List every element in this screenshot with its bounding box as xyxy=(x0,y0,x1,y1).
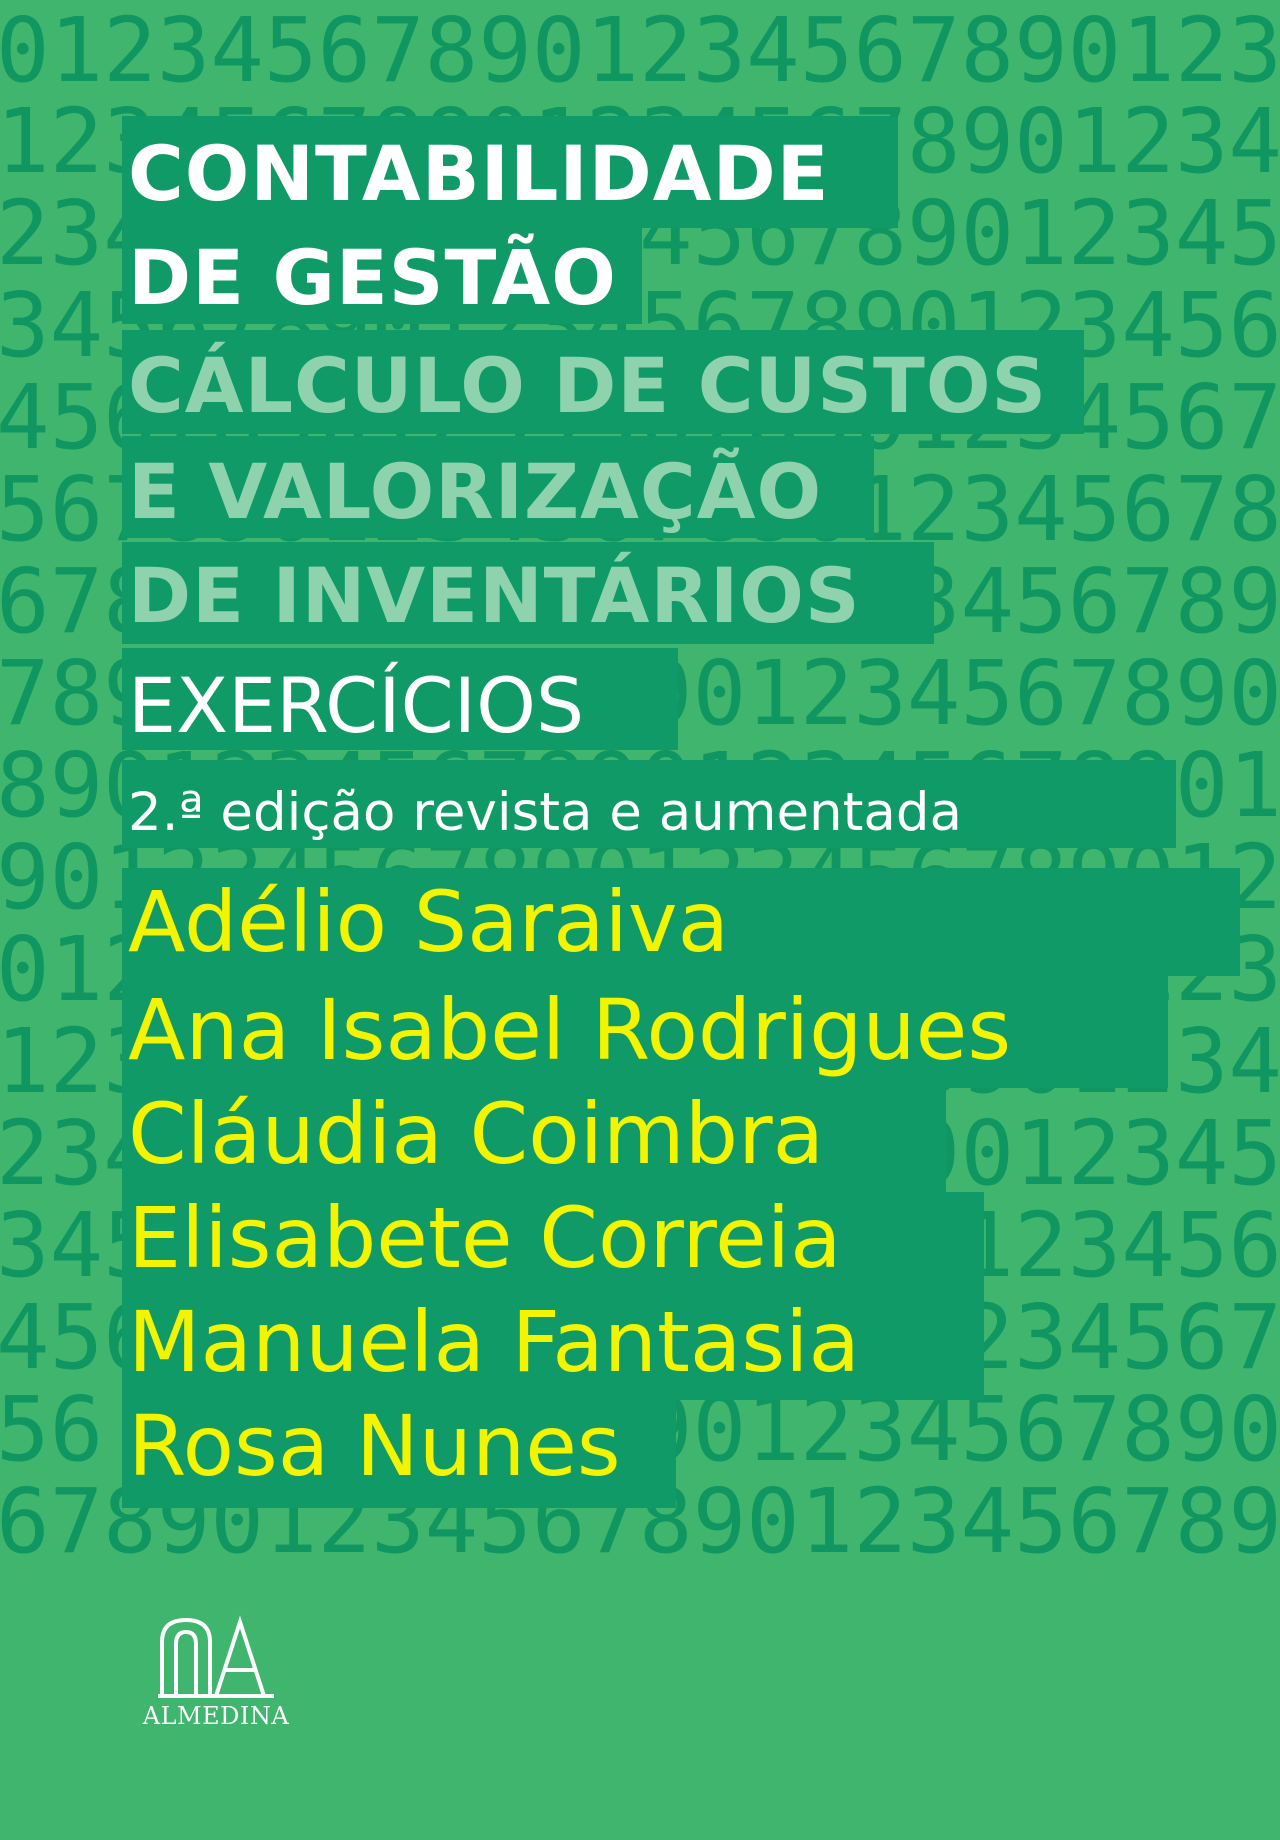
section-label: EXERCÍCIOS xyxy=(128,661,585,750)
author-name: Rosa Nunes xyxy=(128,1397,621,1495)
book-title-line: DE GESTÃO xyxy=(128,233,617,322)
digit-row: 01234567890123456789012345678901234567 xyxy=(0,0,1280,102)
author-name: Manuela Fantasia xyxy=(128,1293,860,1391)
author-name: Elisabete Correia xyxy=(128,1189,842,1287)
edition-label: 2.ª edição revista e aumentada xyxy=(128,782,963,843)
book-subtitle-line: DE INVENTÁRIOS xyxy=(128,551,861,640)
book-subtitle-line: E VALORIZAÇÃO xyxy=(128,447,823,536)
book-subtitle-line: CÁLCULO DE CUSTOS xyxy=(128,341,1048,430)
author-name: Adélio Saraiva xyxy=(128,873,730,971)
book-cover: 01234567890123456789012345678901234567 1… xyxy=(0,0,1280,1840)
publisher-logo: ALMEDINA xyxy=(126,1614,306,1732)
author-name: Cláudia Coimbra xyxy=(128,1085,825,1183)
book-title-line: CONTABILIDADE xyxy=(128,129,830,218)
author-name: Ana Isabel Rodrigues xyxy=(128,981,1012,1079)
almedina-logo-icon xyxy=(158,1615,274,1698)
publisher-name: ALMEDINA xyxy=(142,1702,290,1730)
